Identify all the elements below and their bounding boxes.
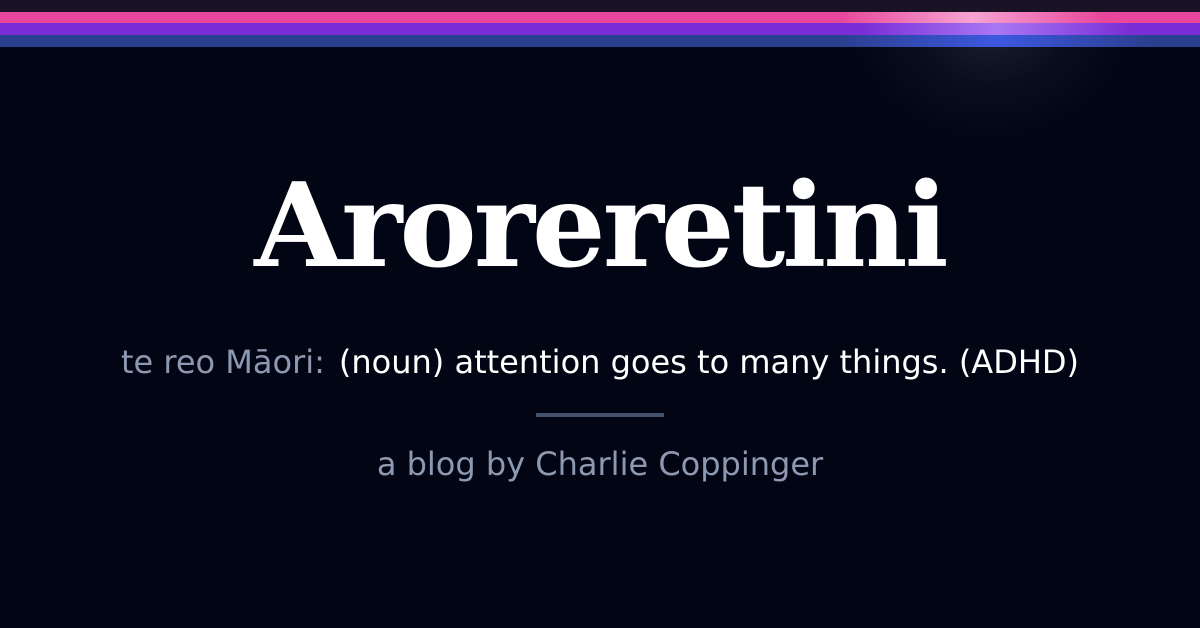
- blog-title: Aroreretini: [254, 158, 948, 294]
- blue-stripe: [0, 35, 1200, 47]
- byline: a blog by Charlie Coppinger: [376, 445, 824, 483]
- definition-text: (noun) attention goes to many things. (A…: [338, 343, 1080, 381]
- definition-line: te reo Māori: (noun) attention goes to ma…: [0, 340, 1200, 384]
- pink-stripe: [0, 12, 1200, 23]
- top-dark-stripe: [0, 0, 1200, 12]
- blog-header-card: Aroreretini te reo Māori: (noun) attentio…: [0, 0, 1200, 628]
- definition-label: te reo Māori:: [120, 343, 325, 381]
- purple-stripe: [0, 23, 1200, 35]
- divider: [536, 413, 664, 417]
